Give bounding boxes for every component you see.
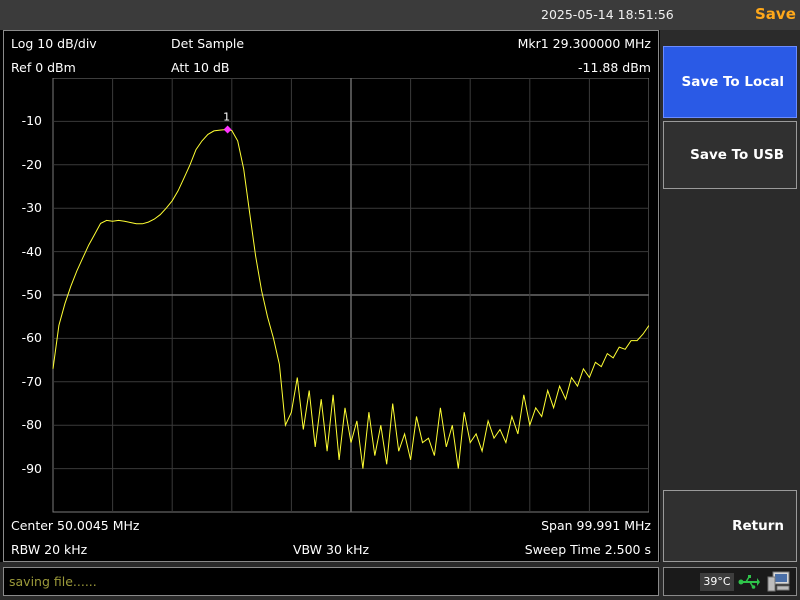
marker-amplitude: -11.88 dBm: [578, 60, 651, 75]
detector-label: Det Sample: [171, 36, 245, 51]
y-tick-label: -80: [21, 417, 42, 433]
trace-plot[interactable]: 1: [49, 78, 649, 515]
sweep-time-label: Sweep Time 2.500 s: [524, 542, 651, 557]
save-to-usb-label: Save To USB: [690, 147, 784, 163]
save-to-usb-button[interactable]: Save To USB: [663, 121, 797, 189]
status-bar: saving file...... 39°C: [0, 562, 800, 600]
return-button[interactable]: Return: [663, 490, 797, 562]
y-tick-label: -50: [21, 287, 42, 302]
scale-label: Log 10 dB/div: [11, 36, 97, 51]
menu-title: Save: [755, 5, 796, 23]
attenuation-label: Att 10 dB: [171, 60, 230, 75]
y-tick-label: -40: [21, 243, 42, 259]
datetime: 2025-05-14 18:51:56: [541, 7, 674, 22]
ref-level-label: Ref 0 dBm: [11, 60, 76, 75]
top-bar: 2025-05-14 18:51:56 Save: [0, 0, 800, 30]
y-tick-label: -30: [21, 200, 42, 216]
computer-icon: [767, 571, 790, 592]
y-tick-label: -90: [21, 460, 42, 476]
save-to-local-button[interactable]: Save To Local: [663, 46, 797, 118]
marker-1-diamond: [223, 125, 232, 134]
marker-frequency: Mkr1 29.300000 MHz: [517, 36, 651, 51]
center-frequency: Center 50.0045 MHz: [11, 518, 140, 533]
temperature-badge: 39°C: [700, 573, 734, 591]
y-tick-label: -20: [21, 156, 42, 172]
y-tick-label: -10: [21, 113, 42, 129]
span-label: Span 99.991 MHz: [541, 518, 651, 533]
marker-1-label: 1: [223, 111, 230, 124]
return-label: Return: [732, 518, 784, 534]
spectrum-display: Log 10 dB/div Det Sample Mkr1 29.300000 …: [3, 30, 659, 562]
rbw-label: RBW 20 kHz: [11, 542, 88, 557]
status-message: saving file......: [9, 574, 97, 589]
usb-icon: [738, 575, 760, 589]
save-to-local-label: Save To Local: [681, 74, 785, 90]
status-message-box: saving file......: [3, 567, 659, 596]
y-tick-label: -60: [21, 330, 42, 346]
y-tick-label: -70: [21, 373, 42, 389]
status-tray: 39°C: [663, 567, 797, 596]
vbw-label: VBW 30 kHz: [293, 542, 370, 557]
softkey-panel: Save To Local Save To USB Return: [660, 30, 800, 562]
